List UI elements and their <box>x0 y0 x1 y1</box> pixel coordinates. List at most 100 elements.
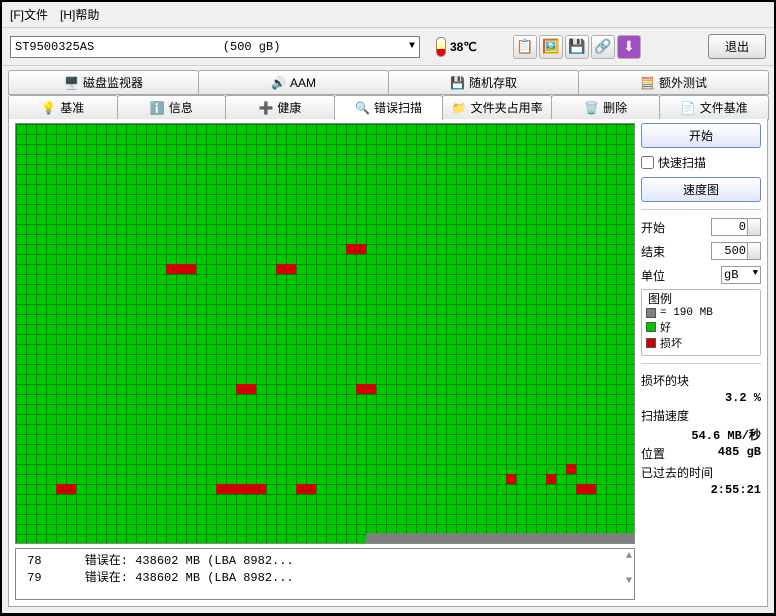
legend-block-text: = 190 MB <box>660 307 713 319</box>
log-line: 79 错误在: 438602 MB (LBA 8982... <box>20 568 630 585</box>
legend-good-text: 好 <box>660 319 671 335</box>
start-button[interactable]: 开始 <box>641 123 761 148</box>
tab-icon: 🗑️ <box>584 101 599 115</box>
toolbar: ST9500325AS (500 gB) ▼ 38℃ 📋 🖼️ 💾 🔗 ⬇ 退出 <box>2 28 774 66</box>
tab-icon: 💡 <box>41 101 56 115</box>
tab-删除[interactable]: 🗑️ 删除 <box>551 95 661 120</box>
bad-block <box>296 484 306 494</box>
tab-label: 额外测试 <box>659 74 707 91</box>
download-icon[interactable]: ⬇ <box>617 35 641 59</box>
link-icon[interactable]: 🔗 <box>591 35 615 59</box>
tab-额外测试[interactable]: 🧮 额外测试 <box>578 70 769 95</box>
log-line: 78 错误在: 438602 MB (LBA 8982... <box>20 551 630 568</box>
tool-icons-group: 📋 🖼️ 💾 🔗 ⬇ <box>513 35 641 59</box>
legend-block-icon <box>646 308 656 318</box>
bad-block <box>246 384 256 394</box>
damaged-value: 3.2 % <box>725 391 761 405</box>
range-end-label: 结束 <box>641 243 665 260</box>
grid-lines <box>16 124 634 543</box>
range-end-input[interactable]: 500 <box>711 242 761 260</box>
tab-label: 文件基准 <box>700 99 748 116</box>
bad-block <box>356 384 366 394</box>
temperature-value: 38℃ <box>450 40 477 54</box>
range-start-input[interactable]: 0 <box>711 218 761 236</box>
bad-block <box>306 484 316 494</box>
speed-value: 54.6 MB/秒 <box>691 426 761 443</box>
bad-block <box>186 264 196 274</box>
damaged-label: 损坏的块 <box>641 372 689 389</box>
scroll-down-icon[interactable]: ▼ <box>626 576 632 587</box>
dropdown-arrow-icon: ▼ <box>409 41 415 52</box>
content-area: 78 错误在: 438602 MB (LBA 8982... 79 错误在: 4… <box>8 119 768 607</box>
tab-信息[interactable]: ℹ️ 信息 <box>117 95 227 120</box>
bad-block <box>176 264 186 274</box>
tab-健康[interactable]: ➕ 健康 <box>225 95 335 120</box>
unit-select[interactable]: gB▼ <box>721 266 761 284</box>
legend-bad-text: 损坏 <box>660 335 682 351</box>
tab-AAM[interactable]: 🔊 AAM <box>198 70 389 95</box>
exit-button[interactable]: 退出 <box>708 34 766 59</box>
unscanned-region <box>366 533 634 543</box>
tabs-row-top: 🖥️磁盘监视器 🔊 AAM 💾随机存取 🧮 额外测试 <box>8 70 768 95</box>
bad-block <box>566 464 576 474</box>
tab-错误扫描[interactable]: 🔍错误扫描 <box>334 95 444 120</box>
menu-file[interactable]: [F]文件 <box>10 6 48 23</box>
quick-scan-label: 快速扫描 <box>658 154 706 171</box>
chevron-down-icon: ▼ <box>753 268 758 282</box>
tab-文件基准[interactable]: 📄文件基准 <box>659 95 769 120</box>
legend-bad-icon <box>646 338 656 348</box>
right-pane: 开始 快速扫描 速度图 开始 0 结束 500 单位 gB▼ <box>641 123 761 600</box>
tab-label: AAM <box>290 76 316 90</box>
speed-map-button[interactable]: 速度图 <box>641 177 761 202</box>
screenshot-icon[interactable]: 🖼️ <box>539 35 563 59</box>
bad-block <box>586 484 596 494</box>
drive-select[interactable]: ST9500325AS (500 gB) ▼ <box>10 36 420 58</box>
tab-label: 基准 <box>60 99 84 116</box>
tab-icon: 🔊 <box>271 76 286 90</box>
unit-label: 单位 <box>641 267 665 284</box>
quick-scan-row: 快速扫描 <box>641 152 761 173</box>
save-icon[interactable]: 💾 <box>565 35 589 59</box>
bad-block <box>576 484 586 494</box>
position-value: 485 gB <box>718 445 761 462</box>
log-panel: 78 错误在: 438602 MB (LBA 8982... 79 错误在: 4… <box>15 548 635 600</box>
tab-label: 信息 <box>169 99 193 116</box>
elapsed-label: 已过去的时间 <box>641 464 713 481</box>
bad-block <box>216 484 226 494</box>
bad-block <box>286 264 296 274</box>
position-label: 位置 <box>641 445 665 462</box>
menu-help[interactable]: [H]帮助 <box>60 6 99 23</box>
tab-文件夹占用率[interactable]: 📁 文件夹占用率 <box>442 95 552 120</box>
legend-box: 图例 = 190 MB 好 损坏 <box>641 289 761 356</box>
tab-label: 健康 <box>277 99 301 116</box>
bad-block <box>256 484 266 494</box>
legend-title: 图例 <box>646 290 674 307</box>
bad-block <box>366 384 376 394</box>
tab-label: 删除 <box>603 99 627 116</box>
tab-icon: ➕ <box>258 101 273 115</box>
bad-block <box>226 484 236 494</box>
tabs-container: 🖥️磁盘监视器 🔊 AAM 💾随机存取 🧮 额外测试 💡 基准 ℹ️ 信息 ➕ 健康 🔍错误扫描 📁 文件… <box>2 66 774 120</box>
speed-label: 扫描速度 <box>641 407 689 424</box>
range-start-label: 开始 <box>641 219 665 236</box>
log-scroll[interactable]: ▲ ▼ <box>626 551 632 587</box>
bad-block <box>66 484 76 494</box>
tab-磁盘监视器[interactable]: 🖥️磁盘监视器 <box>8 70 199 95</box>
tab-icon: 📁 <box>452 101 467 115</box>
tab-icon: ℹ️ <box>150 101 165 115</box>
scroll-up-icon[interactable]: ▲ <box>626 551 632 562</box>
copy-icon[interactable]: 📋 <box>513 35 537 59</box>
bad-block <box>346 244 356 254</box>
menubar: [F]文件 [H]帮助 <box>2 2 774 28</box>
elapsed-value: 2:55:21 <box>711 483 761 497</box>
temperature-display: 38℃ <box>436 37 477 57</box>
thermometer-icon <box>436 37 446 57</box>
tab-基准[interactable]: 💡 基准 <box>8 95 118 120</box>
tab-label: 文件夹占用率 <box>471 99 543 116</box>
quick-scan-checkbox[interactable] <box>641 156 654 169</box>
tab-icon: 🧮 <box>640 76 655 90</box>
bad-block <box>56 484 66 494</box>
tab-随机存取[interactable]: 💾随机存取 <box>388 70 579 95</box>
bad-block <box>276 264 286 274</box>
drive-model: ST9500325AS <box>15 40 94 54</box>
